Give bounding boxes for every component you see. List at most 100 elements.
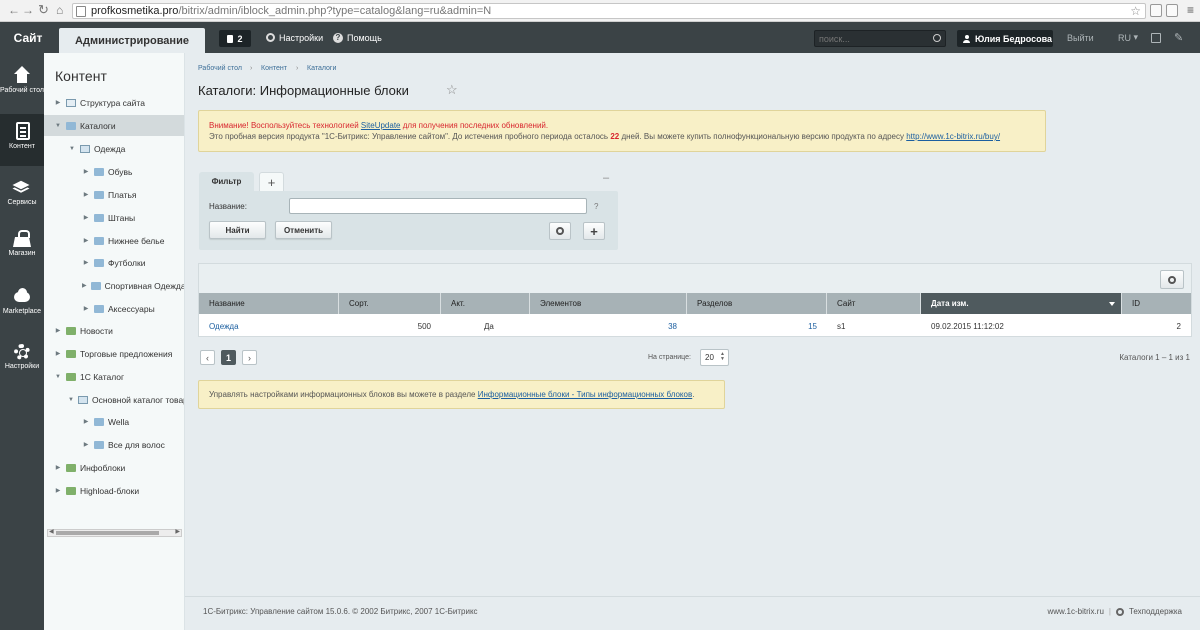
favorite-star-icon[interactable]: ☆	[446, 82, 458, 98]
expand-arrow-icon[interactable]: ▶	[82, 191, 90, 198]
column-header-sort[interactable]: Сорт.	[339, 293, 441, 314]
home-browser-icon[interactable]: ⌂	[56, 3, 63, 17]
page-1-button[interactable]: 1	[221, 350, 236, 365]
prev-page-button[interactable]: ‹	[200, 350, 215, 365]
siteupdate-link[interactable]: SiteUpdate	[361, 121, 401, 130]
tree-item-dresses[interactable]: ▶ Платья	[44, 184, 184, 205]
tree-scrollbar[interactable]: ◀ ▶	[47, 529, 182, 537]
extension-icon[interactable]	[1150, 4, 1162, 17]
expand-arrow-icon[interactable]: ▶	[82, 305, 90, 312]
nav-desktop[interactable]: Рабочий стол	[0, 58, 44, 110]
add-filter-tab-button[interactable]: +	[259, 172, 284, 191]
expand-arrow-icon[interactable]: ▶	[82, 168, 90, 175]
nav-settings[interactable]: Настройки	[0, 336, 44, 388]
elements-link[interactable]: 38	[668, 322, 677, 331]
breadcrumb-item[interactable]: Каталоги	[307, 65, 336, 72]
help-icon[interactable]: ?	[594, 202, 598, 211]
tree-item-tshirts[interactable]: ▶ Футболки	[44, 252, 184, 273]
expand-arrow-icon[interactable]: ▶	[82, 259, 90, 266]
add-filter-field-button[interactable]: +	[583, 222, 605, 240]
sections-link[interactable]: 15	[808, 322, 817, 331]
admin-tab[interactable]: Администрирование	[59, 28, 205, 53]
tree-item-accessories[interactable]: ▶ Аксессуары	[44, 298, 184, 319]
tree-item-1c-catalog[interactable]: ▼ 1С Каталог	[44, 366, 184, 387]
collapse-arrow-icon[interactable]: ▼	[54, 123, 62, 129]
column-header-name[interactable]: Название	[199, 293, 339, 314]
expand-arrow-icon[interactable]: ▶	[82, 441, 90, 448]
language-selector[interactable]: RU ▾	[1118, 22, 1138, 53]
nav-marketplace[interactable]: Marketplace	[0, 279, 44, 331]
tree-item-hair[interactable]: ▶ Все для волос	[44, 434, 184, 455]
minimize-filter-icon[interactable]: –	[603, 172, 609, 184]
help-link[interactable]: ? Помощь	[333, 22, 382, 53]
expand-arrow-icon[interactable]: ▶	[54, 350, 62, 357]
column-header-id[interactable]: ID	[1122, 293, 1191, 314]
site-tab[interactable]: Сайт	[0, 22, 56, 53]
back-arrow-icon[interactable]: ←	[8, 3, 20, 17]
nav-shop[interactable]: Магазин	[0, 223, 44, 275]
extension-icon[interactable]	[1166, 4, 1178, 17]
expand-arrow-icon[interactable]: ▶	[82, 237, 90, 244]
settings-link[interactable]: Настройки	[266, 22, 323, 53]
per-page-select[interactable]: 20 ▲ ▼	[700, 349, 729, 366]
tree-item-sportswear[interactable]: ▶ Спортивная Одежда	[44, 275, 184, 296]
collapse-arrow-icon[interactable]: ▼	[68, 397, 74, 403]
expand-arrow-icon[interactable]: ▶	[82, 418, 90, 425]
filter-settings-button[interactable]	[549, 222, 571, 240]
tree-item-pants[interactable]: ▶ Штаны	[44, 207, 184, 228]
find-button[interactable]: Найти	[209, 221, 266, 239]
expand-arrow-icon[interactable]: ▶	[82, 214, 90, 221]
collapse-arrow-icon[interactable]: ▼	[54, 374, 62, 380]
nav-services[interactable]: Сервисы	[0, 170, 44, 222]
expand-arrow-icon[interactable]: ▶	[54, 464, 62, 471]
user-button[interactable]: Юлия Бедросова	[957, 30, 1053, 47]
support-link[interactable]: Техподдержка	[1129, 607, 1182, 616]
nav-content[interactable]: Контент	[0, 114, 44, 166]
cancel-button[interactable]: Отменить	[275, 221, 332, 239]
next-page-button[interactable]: ›	[242, 350, 257, 365]
tree-item-infoblocks[interactable]: ▶ Инфоблоки	[44, 457, 184, 478]
column-header-active[interactable]: Акт.	[441, 293, 530, 314]
window-icon[interactable]	[1151, 33, 1161, 43]
notifications-button[interactable]: 2	[219, 30, 251, 47]
pin-icon[interactable]: ✎	[1174, 22, 1183, 53]
tree-item-news[interactable]: ▶ Новости	[44, 320, 184, 341]
tree-item-clothes[interactable]: ▼ Одежда	[44, 138, 184, 159]
breadcrumb-item[interactable]: Контент	[261, 65, 287, 72]
search-icon[interactable]	[933, 34, 941, 42]
scroll-left-icon[interactable]: ◀	[49, 528, 54, 535]
breadcrumb-item[interactable]: Рабочий стол	[198, 65, 242, 72]
tree-item-main-catalog[interactable]: ▼ Основной каталог товаров	[44, 389, 184, 410]
expand-arrow-icon[interactable]: ▶	[54, 99, 62, 106]
column-header-site[interactable]: Сайт	[827, 293, 921, 314]
tree-item-offers[interactable]: ▶ Торговые предложения	[44, 343, 184, 364]
tree-item-highload[interactable]: ▶ Highload-блоки	[44, 480, 184, 501]
column-header-elements[interactable]: Элементов	[530, 293, 687, 314]
tree-item-underwear[interactable]: ▶ Нижнее белье	[44, 230, 184, 251]
forward-arrow-icon[interactable]: →	[22, 3, 34, 17]
grid-settings-button[interactable]	[1160, 270, 1184, 289]
filter-tab[interactable]: Фильтр	[199, 172, 254, 191]
expand-arrow-icon[interactable]: ▶	[54, 487, 62, 494]
tree-item-catalogs[interactable]: ▼ Каталоги	[44, 115, 184, 136]
scroll-right-icon[interactable]: ▶	[175, 528, 180, 535]
table-row[interactable]: Одежда 500 Да 38 15 s1 09.02.2015 11:12:…	[199, 315, 1191, 337]
expand-arrow-icon[interactable]: ▶	[54, 327, 62, 334]
bitrix-site-link[interactable]: www.1c-bitrix.ru	[1047, 607, 1103, 616]
tree-item-wella[interactable]: ▶ Wella	[44, 411, 184, 432]
bookmark-star-icon[interactable]: ☆	[1130, 4, 1141, 18]
browser-menu-icon[interactable]: ≡	[1187, 3, 1194, 17]
reload-icon[interactable]: ↻	[38, 2, 49, 18]
buy-link[interactable]: http://www.1c-bitrix.ru/buy/	[906, 132, 1000, 141]
logout-link[interactable]: Выйти	[1067, 22, 1094, 53]
filter-name-input[interactable]	[289, 198, 587, 214]
iblock-link[interactable]: Одежда	[209, 322, 239, 331]
address-bar[interactable]: profkosmetika.pro/bitrix/admin/iblock_ad…	[72, 3, 1146, 19]
scrollbar-thumb[interactable]	[56, 531, 159, 535]
column-header-sections[interactable]: Разделов	[687, 293, 827, 314]
column-header-date[interactable]: Дата изм.	[921, 293, 1122, 314]
tree-item-structure[interactable]: ▶ Структура сайта	[44, 92, 184, 113]
collapse-arrow-icon[interactable]: ▼	[68, 146, 76, 152]
search-input[interactable]	[819, 32, 929, 45]
tree-item-shoes[interactable]: ▶ Обувь	[44, 161, 184, 182]
